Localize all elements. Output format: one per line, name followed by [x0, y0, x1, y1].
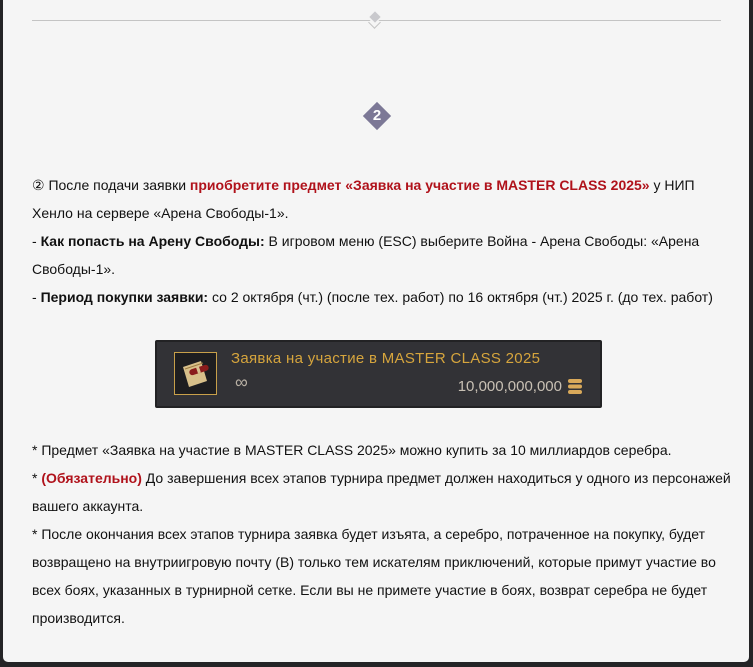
dash: -: [32, 289, 41, 305]
item-quantity: ∞: [235, 372, 248, 392]
how-to-label: Как попасть на Арену Свободы:: [40, 233, 265, 249]
silver-coins-icon: [568, 379, 582, 394]
step-number: 2: [372, 107, 382, 124]
circled-marker: ②: [32, 177, 45, 193]
note-bullet: *: [32, 470, 42, 486]
highlight-text: приобретите предмет «Заявка на участие в…: [189, 177, 650, 193]
note-3: * После окончания всех этапов турнира за…: [32, 526, 716, 626]
step-badge: 2: [362, 101, 392, 131]
intro-text: После подачи заявки: [44, 177, 190, 193]
period-label: Период покупки заявки:: [40, 289, 209, 305]
notes: * Предмет «Заявка на участие в MASTER CL…: [32, 436, 732, 632]
content-panel: 2 ② После подачи заявки приобретите пред…: [3, 0, 749, 662]
note-1: * Предмет «Заявка на участие в MASTER CL…: [32, 442, 672, 458]
item-card: Заявка на участие в MASTER CLASS 2025 ∞ …: [155, 340, 602, 408]
item-price: 10,000,000,000: [457, 378, 562, 395]
period-text: со 2 октября (чт.) (после тех. работ) по…: [208, 289, 713, 305]
intro-paragraph: ② После подачи заявки приобретите предме…: [32, 171, 732, 311]
required-label: (Обязательно): [41, 470, 142, 486]
item-name: Заявка на участие в MASTER CLASS 2025: [231, 350, 541, 367]
scroll-icon: [174, 352, 217, 395]
dash: -: [32, 233, 41, 249]
